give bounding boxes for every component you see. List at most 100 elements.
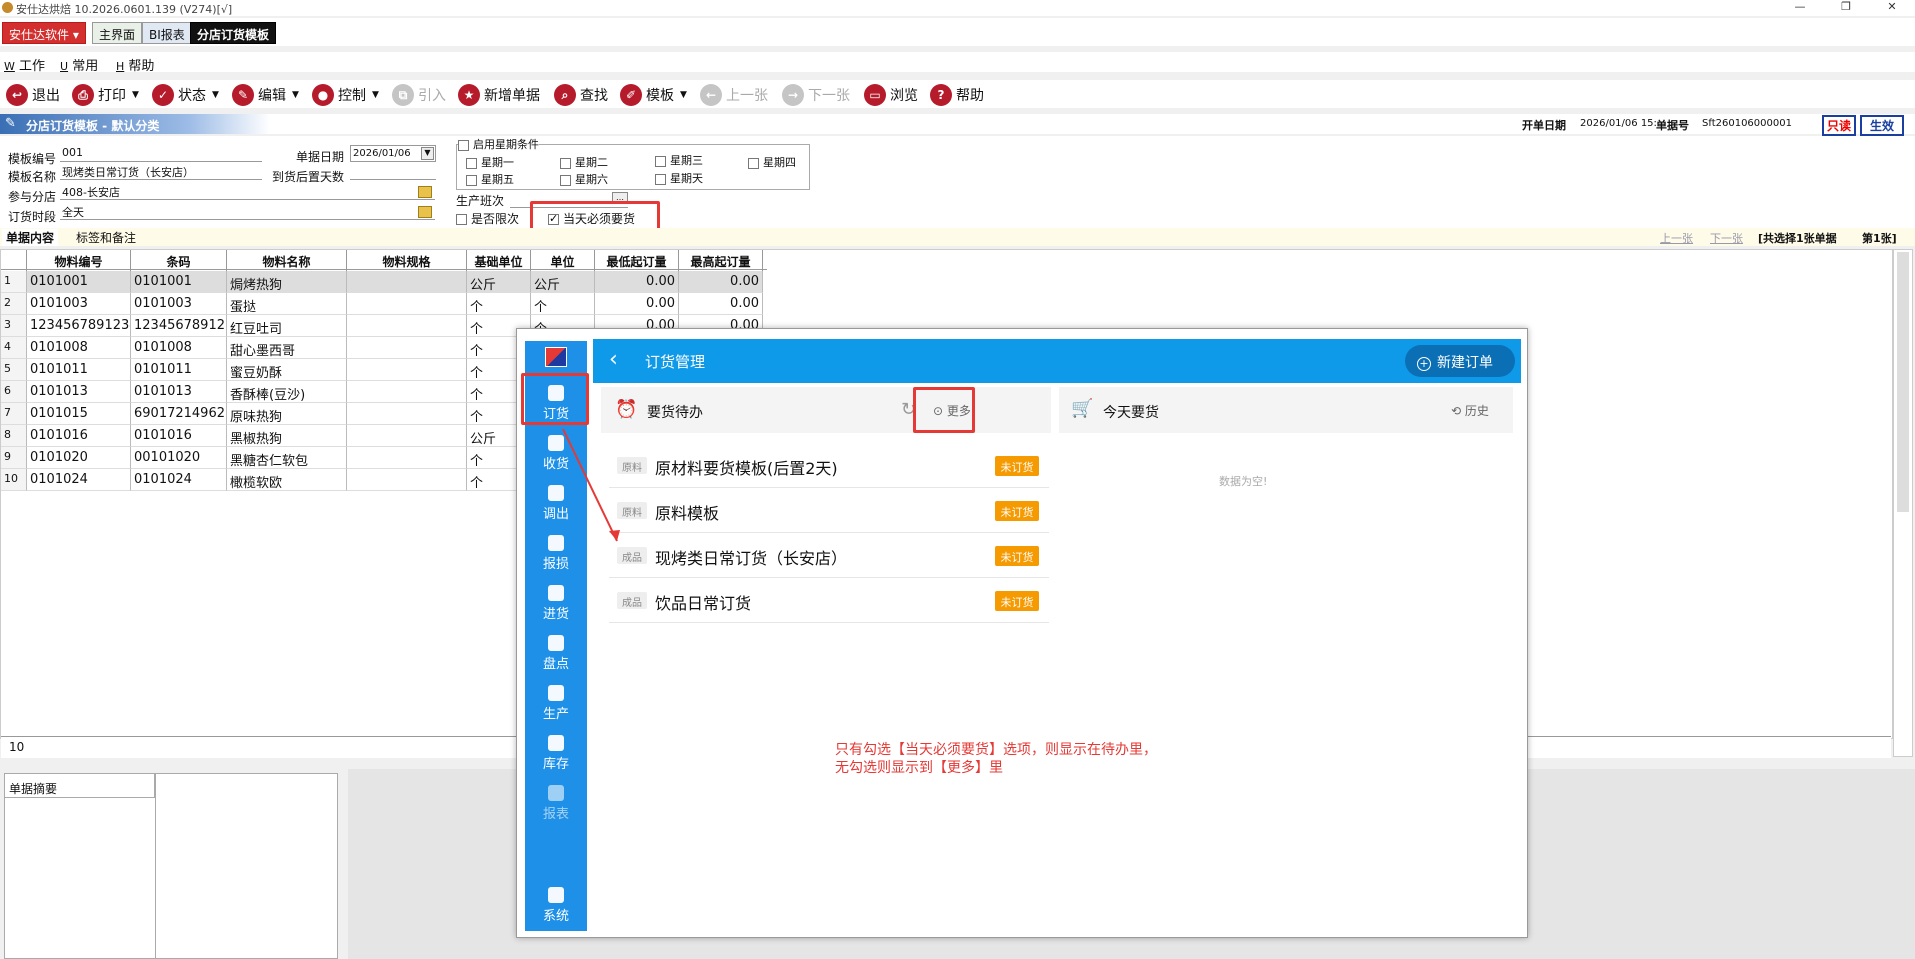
table-cell[interactable]: 0101016 [27, 425, 131, 447]
control-button[interactable]: ● 控制 ▼ [312, 83, 379, 107]
table-cell[interactable]: 公斤 [467, 271, 531, 293]
table-cell[interactable]: 0101016 [131, 425, 227, 447]
table-cell[interactable]: 0101015 [27, 403, 131, 425]
column-header[interactable]: 单位 [531, 250, 595, 271]
table-cell[interactable]: 黑糖杏仁软包 [227, 447, 347, 469]
weekday-7[interactable]: 星期天 [655, 170, 703, 186]
weekday-6[interactable]: 星期六 [560, 171, 608, 187]
table-cell[interactable]: 0.00 [679, 271, 763, 293]
table-cell[interactable] [347, 381, 467, 403]
table-cell[interactable]: 0101024 [27, 469, 131, 491]
brand-menu-button[interactable]: 安仕达软件 ▾ [2, 22, 86, 44]
table-cell[interactable]: 公斤 [531, 271, 595, 293]
restore-icon[interactable]: ❐ [1826, 0, 1866, 16]
table-cell[interactable] [347, 359, 467, 381]
prev-doc-button[interactable]: ← 上一张 [700, 83, 768, 107]
next-doc-button[interactable]: → 下一张 [782, 83, 850, 107]
status-button[interactable]: ✓ 状态 ▼ [152, 83, 219, 107]
name-field[interactable]: 现烤类日常订货（长安店） [60, 164, 262, 180]
table-cell[interactable]: 00101020 [131, 447, 227, 469]
doc-date-picker[interactable]: 2026/01/06 ▼ [350, 145, 436, 162]
close-icon[interactable]: ✕ [1872, 0, 1912, 16]
folder-icon[interactable] [418, 206, 432, 218]
table-cell[interactable]: 0101013 [131, 381, 227, 403]
tab-main[interactable]: 主界面 [92, 22, 143, 44]
folder-icon[interactable] [418, 186, 432, 198]
template-button[interactable]: ✐ 模板 ▼ [620, 83, 687, 107]
table-cell[interactable] [347, 447, 467, 469]
tab-bi[interactable]: BI报表 [142, 22, 192, 44]
column-header[interactable]: 基础单位 [467, 250, 531, 271]
table-cell[interactable]: 甜心墨西哥 [227, 337, 347, 359]
tab-store-order-template[interactable]: 分店订货模板 [190, 22, 277, 44]
days-field[interactable] [350, 164, 436, 180]
table-cell[interactable]: 0101011 [27, 359, 131, 381]
column-header[interactable]: 条码 [131, 250, 227, 271]
menu-common[interactable]: U 常用 [60, 55, 98, 74]
browse-button[interactable]: ▭ 浏览 [864, 83, 918, 107]
prev-page-link[interactable]: 上一张 [1660, 230, 1693, 246]
table-cell[interactable]: 0101008 [131, 337, 227, 359]
table-cell[interactable]: 焗烤热狗 [227, 271, 347, 293]
table-cell[interactable] [347, 425, 467, 447]
table-cell[interactable]: 0101011 [131, 359, 227, 381]
weekday-3[interactable]: 星期三 [655, 152, 703, 168]
table-cell[interactable]: 0101008 [27, 337, 131, 359]
weekday-condition-checkbox[interactable]: 启用星期条件 [458, 136, 539, 152]
table-cell[interactable] [347, 403, 467, 425]
table-cell[interactable]: 0101001 [131, 271, 227, 293]
table-cell[interactable]: 1234567891234 [131, 315, 227, 337]
grid-scrollbar[interactable] [1893, 249, 1913, 757]
weekday-2[interactable]: 星期二 [560, 154, 608, 170]
table-cell[interactable]: 1234567891234 [27, 315, 131, 337]
table-cell[interactable]: 0101003 [131, 293, 227, 315]
table-cell[interactable] [347, 469, 467, 491]
table-cell[interactable]: 红豆吐司 [227, 315, 347, 337]
table-cell[interactable]: 黑椒热狗 [227, 425, 347, 447]
table-cell[interactable]: 0101003 [27, 293, 131, 315]
next-page-link[interactable]: 下一张 [1710, 230, 1743, 246]
table-cell[interactable] [347, 293, 467, 315]
tab-tags[interactable]: 标签和备注 [72, 229, 140, 246]
table-cell[interactable]: 0.00 [679, 293, 763, 315]
help-button[interactable]: ? 帮助 [930, 83, 984, 107]
table-cell[interactable]: 0101024 [131, 469, 227, 491]
table-cell[interactable] [347, 271, 467, 293]
menu-help[interactable]: H 帮助 [116, 55, 154, 74]
column-header[interactable]: 最高起订量 [679, 250, 763, 271]
table-cell[interactable]: 个 [467, 293, 531, 315]
scroll-thumb[interactable] [1897, 252, 1909, 512]
column-header[interactable]: 物料编号 [27, 250, 131, 271]
table-cell[interactable]: 蛋挞 [227, 293, 347, 315]
store-field[interactable]: 408-长安店 [60, 184, 435, 200]
table-cell[interactable]: 0101001 [27, 271, 131, 293]
table-cell[interactable] [347, 337, 467, 359]
limit-checkbox[interactable]: 是否限次 [456, 210, 519, 227]
table-cell[interactable]: 原味热狗 [227, 403, 347, 425]
code-field[interactable]: 001 [60, 146, 262, 162]
table-cell[interactable]: 0.00 [595, 271, 679, 293]
table-cell[interactable]: 香酥棒(豆沙) [227, 381, 347, 403]
weekday-1[interactable]: 星期一 [466, 154, 514, 170]
column-header[interactable]: 最低起订量 [595, 250, 679, 271]
print-button[interactable]: ⎙ 打印 ▼ [72, 83, 139, 107]
column-header[interactable]: 物料名称 [227, 250, 347, 271]
table-cell[interactable]: 0101020 [27, 447, 131, 469]
table-cell[interactable]: 0.00 [595, 293, 679, 315]
import-button[interactable]: ⧉ 引入 [392, 83, 446, 107]
period-field[interactable]: 全天 [60, 204, 435, 220]
table-cell[interactable] [347, 315, 467, 337]
table-cell[interactable]: 橄榄软欧 [227, 469, 347, 491]
find-button[interactable]: ⌕ 查找 [554, 83, 608, 107]
column-header[interactable]: 物料规格 [347, 250, 467, 271]
new-document-button[interactable]: ★ 新增单据 [458, 83, 540, 107]
weekday-5[interactable]: 星期五 [466, 171, 514, 187]
table-cell[interactable]: 0101013 [27, 381, 131, 403]
minimize-icon[interactable]: — [1780, 0, 1820, 16]
table-cell[interactable]: 6901721496231 [131, 403, 227, 425]
edit-button[interactable]: ✎ 编辑 ▼ [232, 83, 299, 107]
weekday-4[interactable]: 星期四 [748, 154, 796, 170]
tab-detail[interactable]: 单据内容 [2, 229, 59, 246]
menu-work[interactable]: W 工作 [4, 55, 45, 74]
exit-button[interactable]: ↩ 退出 [6, 83, 60, 107]
